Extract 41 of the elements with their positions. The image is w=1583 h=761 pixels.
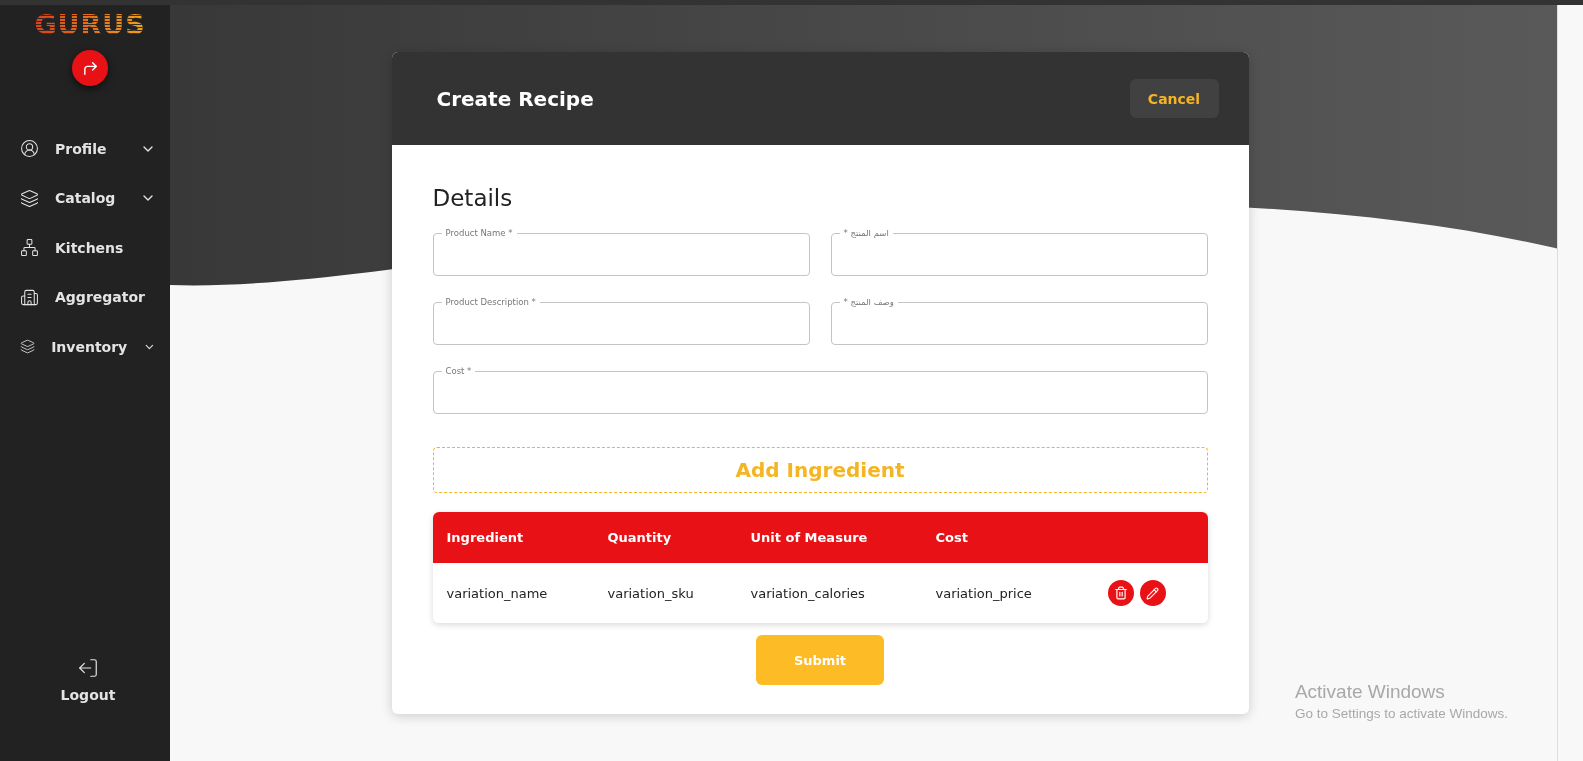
sidebar-item[interactable]: Profile [0,124,170,174]
column-header: Ingredient [446,530,525,545]
input-field[interactable]: Product Description * [432,298,810,345]
input-field[interactable]: Cost * [432,367,1208,414]
edit-button[interactable] [1139,580,1166,606]
scrollbar[interactable] [1557,5,1583,761]
table-cell-text: variation_calories [750,585,866,601]
field-label: Product Name * [444,229,514,238]
sidebar-item[interactable]: Kitchens [0,223,170,273]
redirect-button[interactable] [72,50,108,86]
pencil-icon [1146,586,1159,600]
user-icon [20,139,39,159]
logout-link[interactable]: Logout [60,657,116,703]
activation-subtitle: Go to Settings to activate Windows. [1294,706,1508,721]
field-label: Cost * [444,367,473,376]
network-icon [20,238,39,258]
cancel-button[interactable]: Cancel [1129,79,1219,118]
sidebar-item[interactable]: Inventory [0,322,170,372]
sidebar-item[interactable]: Aggregator [0,272,170,322]
delete-button[interactable] [1107,580,1134,606]
column-header: Quantity [607,530,673,545]
field-label: وصف المنتج * [842,298,895,307]
layers-icon [20,188,39,208]
activation-title: Activate Windows [1294,681,1446,703]
sidebar-item[interactable]: Catalog [0,173,170,223]
column-header: Cost [935,530,969,545]
table-cell-text: variation_price [935,585,1033,601]
table-cell-text: variation_name [446,585,549,601]
input-field[interactable]: اسم المنتج * [830,229,1208,276]
section-title: Details [432,185,514,211]
logout-icon [77,657,99,679]
field-label: Product Description * [444,298,537,307]
input-field[interactable]: Product Name * [432,229,810,276]
trash-icon [1113,586,1128,600]
dialog-title: Create Recipe [436,86,594,111]
column-header: Unit of Measure [750,530,869,545]
table-cell-text: variation_sku [607,585,695,601]
input-field[interactable]: وصف المنتج * [830,298,1208,345]
arrow-icon [81,59,99,77]
field-label: اسم المنتج * [842,229,890,238]
building-icon [20,287,39,307]
